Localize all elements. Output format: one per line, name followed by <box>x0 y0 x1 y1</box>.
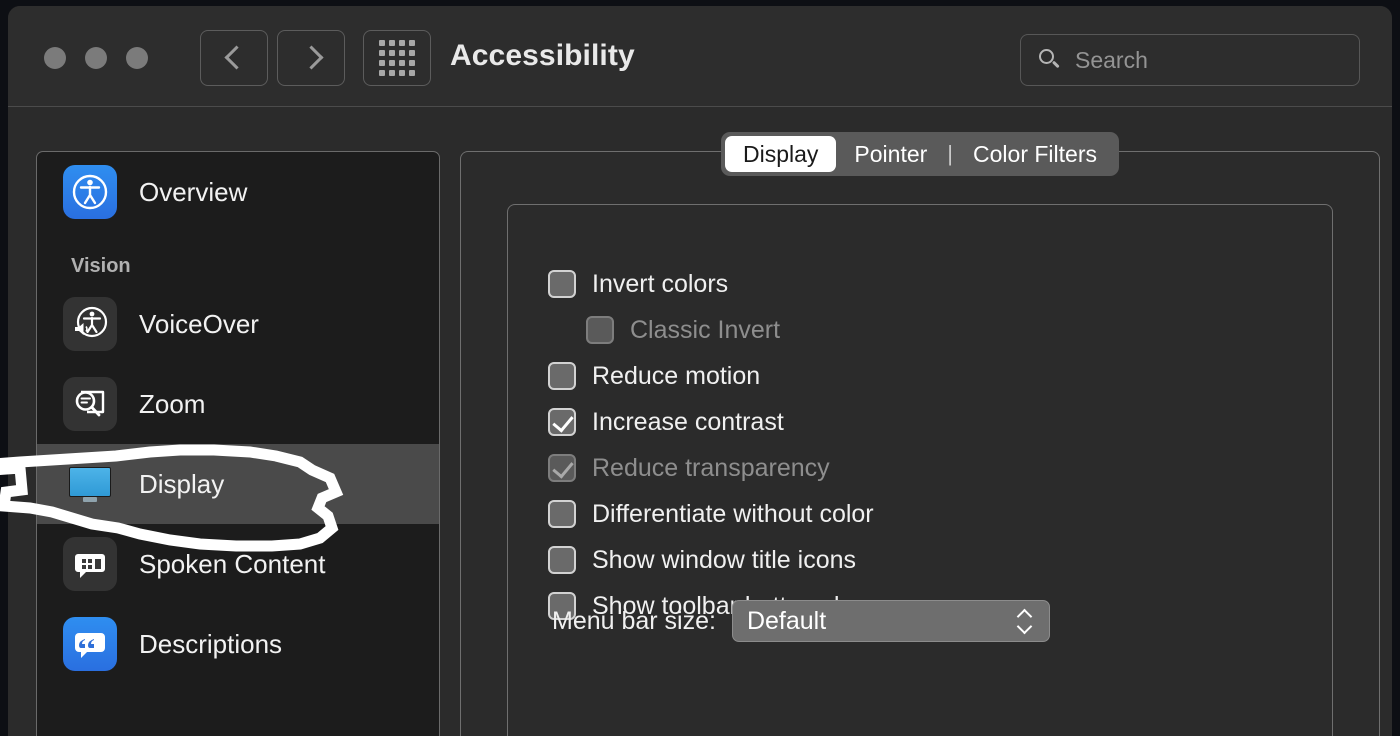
spoken-content-glyph <box>67 541 113 587</box>
chevron-right-icon <box>303 44 319 72</box>
checkbox-label: Reduce motion <box>592 362 760 391</box>
checkbox-differentiate-without-color[interactable] <box>548 500 576 528</box>
checkbox-row-reduce-transparency[interactable]: Reduce transparency <box>548 445 1312 491</box>
window-toolbar: Accessibility Search <box>8 6 1392 107</box>
zoom-icon <box>63 377 117 431</box>
sidebar-item-label: Zoom <box>139 389 205 420</box>
zoom-window-button[interactable] <box>126 47 148 69</box>
display-settings-panel: Display Pointer | Color Filters Invert c… <box>460 151 1380 736</box>
chevron-left-icon <box>226 44 242 72</box>
search-placeholder: Search <box>1075 47 1148 74</box>
checkbox-row-invert-colors[interactable]: Invert colors <box>548 261 1312 307</box>
checkbox-row-increase-contrast[interactable]: Increase contrast <box>548 399 1312 445</box>
accessibility-icon <box>63 165 117 219</box>
checkbox-reduce-motion[interactable] <box>548 362 576 390</box>
descriptions-glyph <box>67 621 113 667</box>
accessibility-glyph <box>68 170 112 214</box>
sidebar-item-descriptions[interactable]: Descriptions <box>37 604 439 684</box>
menu-bar-size-label: Menu bar size: <box>552 607 716 636</box>
descriptions-icon <box>63 617 117 671</box>
voiceover-glyph <box>67 301 113 347</box>
minimize-window-button[interactable] <box>85 47 107 69</box>
forward-button[interactable] <box>277 30 345 86</box>
menu-bar-size-popup-button[interactable]: Default <box>732 600 1050 642</box>
checkbox-label: Classic Invert <box>630 316 780 345</box>
search-field[interactable]: Search <box>1020 34 1360 86</box>
checkbox-row-differentiate-without-color[interactable]: Differentiate without color <box>548 491 1312 537</box>
checkbox-row-classic-invert[interactable]: Classic Invert <box>548 307 1312 353</box>
checkbox-classic-invert[interactable] <box>586 316 614 344</box>
chevron-up-down-icon <box>1019 608 1033 634</box>
checkbox-label: Invert colors <box>592 270 728 299</box>
sidebar-item-voiceover[interactable]: VoiceOver <box>37 284 439 364</box>
show-all-button[interactable] <box>363 30 431 86</box>
monitor-stand-shape <box>83 497 97 502</box>
menu-bar-size-value: Default <box>747 607 826 636</box>
sidebar-item-spoken-content[interactable]: Spoken Content <box>37 524 439 604</box>
system-preferences-window: Accessibility Search Overview Vis <box>8 6 1392 736</box>
zoom-glyph <box>67 381 113 427</box>
sidebar-item-label: Overview <box>139 177 247 208</box>
back-button[interactable] <box>200 30 268 86</box>
checkmark-icon <box>552 410 573 432</box>
display-options-box: Invert colors Classic Invert Reduce moti… <box>507 204 1333 736</box>
close-window-button[interactable] <box>44 47 66 69</box>
monitor-shape <box>69 467 111 497</box>
checkbox-row-reduce-motion[interactable]: Reduce motion <box>548 353 1312 399</box>
settings-tab-bar[interactable]: Display Pointer | Color Filters <box>721 132 1119 176</box>
checkbox-label: Show window title icons <box>592 546 856 575</box>
checkbox-label: Reduce transparency <box>592 454 830 483</box>
tab-color-filters[interactable]: Color Filters <box>955 136 1115 172</box>
display-options-list: Invert colors Classic Invert Reduce moti… <box>548 261 1312 629</box>
spoken-content-icon <box>63 537 117 591</box>
sidebar-item-overview[interactable]: Overview <box>37 152 439 232</box>
tab-separator: | <box>945 141 955 167</box>
tab-display[interactable]: Display <box>725 136 836 172</box>
sidebar-item-label: Spoken Content <box>139 549 325 580</box>
search-icon <box>1039 49 1061 71</box>
accessibility-sidebar[interactable]: Overview Vision VoiceOver <box>36 151 440 736</box>
sidebar-item-label: VoiceOver <box>139 309 259 340</box>
page-title: Accessibility <box>450 39 635 73</box>
sidebar-item-zoom[interactable]: Zoom <box>37 364 439 444</box>
sidebar-section-vision: Vision <box>37 232 439 284</box>
checkbox-label: Increase contrast <box>592 408 784 437</box>
checkbox-invert-colors[interactable] <box>548 270 576 298</box>
window-content: Overview Vision VoiceOver <box>8 107 1392 736</box>
checkbox-row-show-window-title-icons[interactable]: Show window title icons <box>548 537 1312 583</box>
sidebar-item-display[interactable]: Display <box>37 444 439 524</box>
sidebar-item-label: Descriptions <box>139 629 282 660</box>
checkbox-label: Differentiate without color <box>592 500 874 529</box>
tab-pointer[interactable]: Pointer <box>836 136 945 172</box>
checkmark-icon <box>552 456 573 478</box>
checkbox-reduce-transparency[interactable] <box>548 454 576 482</box>
grid-icon <box>379 40 415 76</box>
sidebar-item-label: Display <box>139 469 224 500</box>
checkbox-show-window-title-icons[interactable] <box>548 546 576 574</box>
menu-bar-size-row: Menu bar size: Default <box>552 600 1050 642</box>
voiceover-icon <box>63 297 117 351</box>
display-icon <box>63 457 117 511</box>
checkbox-increase-contrast[interactable] <box>548 408 576 436</box>
